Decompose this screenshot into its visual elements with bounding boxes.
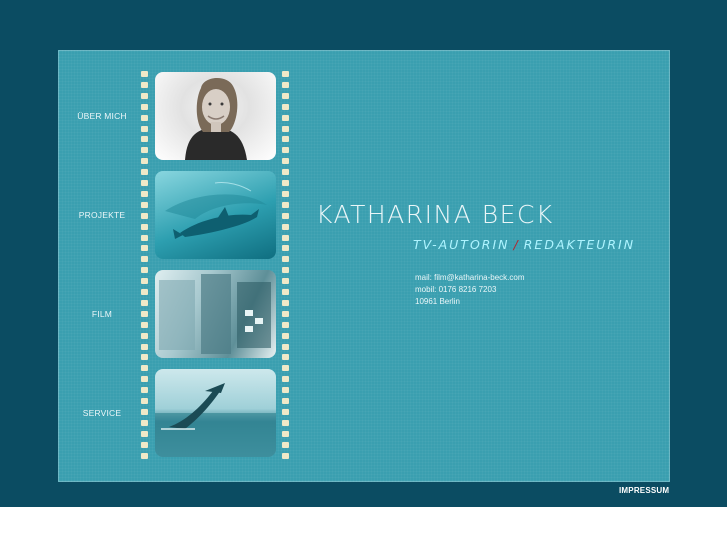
sprocket-hole (282, 387, 289, 394)
sprocket-hole (282, 408, 289, 415)
sprocket-hole (282, 223, 289, 230)
sprocket-hole (282, 201, 289, 208)
whale-tail-illustration (155, 383, 276, 457)
job-title: TV-AUTORIN / REDAKTEURIN (413, 237, 635, 252)
sprocket-hole (282, 158, 289, 165)
sprocket-hole (282, 299, 289, 306)
sprocket-hole (282, 430, 289, 437)
dolphin-image[interactable] (155, 171, 276, 259)
filmstrip (141, 69, 291, 461)
sprocket-hole (141, 376, 148, 383)
sprocket-hole (282, 212, 289, 219)
sprocket-hole (282, 169, 289, 176)
sprocket-hole (141, 310, 148, 317)
role-redakteurin: REDAKTEURIN (523, 237, 636, 252)
site-title: KATHARINA BECK (316, 200, 554, 229)
sprocket-hole (141, 299, 148, 306)
sprocket-hole (141, 136, 148, 143)
sprocket-hole (141, 278, 148, 285)
contact-mobil: mobil: 0176 8216 7203 (415, 285, 497, 294)
whale-tail-image[interactable] (155, 369, 276, 457)
sprocket-hole (141, 125, 148, 132)
sprocket-hole (282, 190, 289, 197)
sprocket-hole (282, 147, 289, 154)
sprocket-hole (282, 267, 289, 274)
sprocket-hole (141, 408, 148, 415)
sprocket-hole (282, 71, 289, 77)
sprocket-hole (141, 147, 148, 154)
dolphin-illustration (165, 182, 267, 239)
sprocket-hole (141, 354, 148, 361)
sprocket-hole (282, 365, 289, 372)
film-reel-illustration (159, 274, 271, 354)
sprocket-hole (282, 452, 289, 459)
portrait-image[interactable] (155, 72, 276, 160)
sprocket-hole (282, 278, 289, 285)
sprocket-hole (282, 289, 289, 295)
sprocket-hole (141, 256, 148, 263)
sprocket-hole (282, 343, 289, 350)
nav-projekte[interactable]: PROJEKTE (58, 210, 146, 220)
sprocket-hole (282, 256, 289, 263)
sprocket-hole (141, 387, 148, 394)
filmstrip-holes-left (141, 69, 149, 461)
contact-block: mail: film@katharina-beck.com mobil: 017… (415, 272, 524, 308)
sprocket-hole (141, 430, 148, 437)
filmstrip-holes-right (282, 69, 290, 461)
sprocket-hole (141, 180, 148, 186)
sprocket-hole (282, 419, 289, 426)
portrait-illustration (185, 77, 247, 160)
main-panel: ÜBER MICH PROJEKTE FILM SERVICE KATHARIN… (58, 50, 670, 482)
sprocket-hole (141, 92, 148, 99)
sprocket-hole (141, 212, 148, 219)
sprocket-hole (141, 452, 148, 459)
sprocket-hole (282, 321, 289, 328)
sprocket-hole (141, 71, 148, 77)
nav-ueber-mich[interactable]: ÜBER MICH (58, 111, 146, 121)
role-separator: / (513, 237, 520, 252)
sprocket-hole (282, 125, 289, 132)
nav-film[interactable]: FILM (58, 309, 146, 319)
sprocket-hole (282, 136, 289, 143)
sprocket-hole (282, 376, 289, 383)
contact-mail[interactable]: mail: film@katharina-beck.com (415, 272, 524, 284)
sprocket-hole (282, 180, 289, 186)
sprocket-hole (282, 114, 289, 121)
sprocket-hole (282, 354, 289, 361)
role-tv-autorin: TV-AUTORIN (413, 237, 510, 252)
sprocket-hole (282, 103, 289, 110)
sprocket-hole (141, 267, 148, 274)
sprocket-hole (141, 365, 148, 372)
sprocket-hole (141, 398, 148, 404)
sprocket-hole (141, 321, 148, 328)
sprocket-hole (282, 398, 289, 404)
impressum-link[interactable]: IMPRESSUM (619, 486, 669, 495)
sprocket-hole (282, 245, 289, 252)
sprocket-hole (141, 169, 148, 176)
sprocket-hole (282, 81, 289, 88)
sprocket-hole (141, 103, 148, 110)
sprocket-hole (141, 441, 148, 448)
sprocket-hole (141, 245, 148, 252)
sprocket-hole (141, 81, 148, 88)
sprocket-hole (282, 332, 289, 339)
sprocket-hole (141, 190, 148, 197)
sprocket-hole (282, 310, 289, 317)
sprocket-hole (282, 92, 289, 99)
contact-address: 10961 Berlin (415, 297, 460, 306)
sprocket-hole (282, 441, 289, 448)
sprocket-hole (141, 289, 148, 295)
sprocket-hole (141, 234, 148, 241)
sprocket-hole (141, 114, 148, 121)
sprocket-hole (141, 343, 148, 350)
sprocket-hole (141, 201, 148, 208)
sprocket-hole (141, 223, 148, 230)
sprocket-hole (141, 332, 148, 339)
sprocket-hole (141, 158, 148, 165)
film-reel-image[interactable] (155, 270, 276, 358)
sprocket-hole (141, 419, 148, 426)
sprocket-hole (282, 234, 289, 241)
nav-service[interactable]: SERVICE (58, 408, 146, 418)
